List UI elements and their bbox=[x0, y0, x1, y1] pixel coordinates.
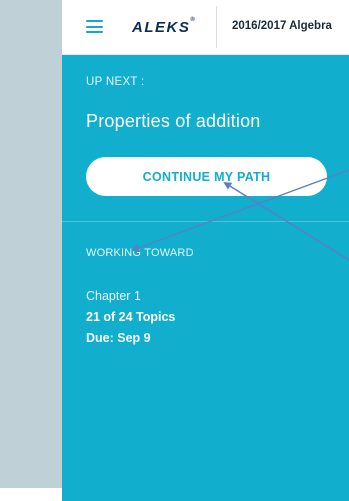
hamburger-line bbox=[86, 31, 103, 33]
aleks-logo[interactable]: ALEKS® bbox=[132, 17, 195, 36]
learning-path-panel: UP NEXT : Properties of addition CONTINU… bbox=[62, 55, 349, 501]
working-toward-label: WORKING TOWARD bbox=[86, 247, 194, 259]
course-name[interactable]: 2016/2017 Algebra bbox=[232, 20, 332, 32]
hamburger-line bbox=[86, 25, 103, 28]
up-next-label: UP NEXT : bbox=[86, 76, 145, 88]
hamburger-line bbox=[86, 20, 103, 22]
chapter-name: Chapter 1 bbox=[86, 289, 141, 303]
top-bar: ALEKS® 2016/2017 Algebra bbox=[62, 0, 349, 55]
header-divider bbox=[216, 6, 217, 48]
continue-my-path-button[interactable]: CONTINUE MY PATH bbox=[86, 157, 327, 196]
app-frame: ALEKS® 2016/2017 Algebra UP NEXT : Prope… bbox=[0, 0, 349, 501]
hamburger-menu-icon[interactable] bbox=[86, 20, 103, 33]
topics-progress: 21 of 24 Topics bbox=[86, 310, 176, 324]
next-topic-title: Properties of addition bbox=[86, 111, 261, 131]
logo-text: ALEKS bbox=[132, 19, 191, 36]
left-rail bbox=[0, 0, 62, 488]
logo-registered-mark: ® bbox=[190, 17, 195, 23]
due-date: Due: Sep 9 bbox=[86, 331, 151, 345]
section-divider bbox=[62, 221, 349, 222]
